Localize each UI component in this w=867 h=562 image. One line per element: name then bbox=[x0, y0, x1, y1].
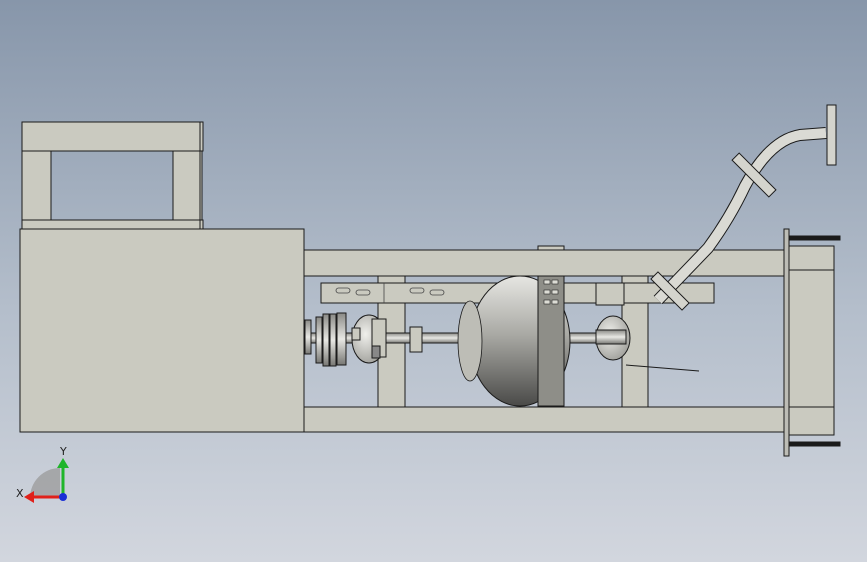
pulley-stack bbox=[304, 312, 347, 367]
assembly-drawing: Y X bbox=[16, 104, 841, 503]
x-axis-label: X bbox=[16, 487, 24, 500]
top-cabinet bbox=[21, 121, 204, 230]
cad-viewport[interactable]: Y X bbox=[0, 0, 867, 562]
y-axis-label: Y bbox=[59, 445, 67, 458]
main-housing bbox=[19, 228, 305, 433]
end-bracket bbox=[783, 228, 841, 457]
coordinate-triad: Y X bbox=[16, 445, 69, 503]
